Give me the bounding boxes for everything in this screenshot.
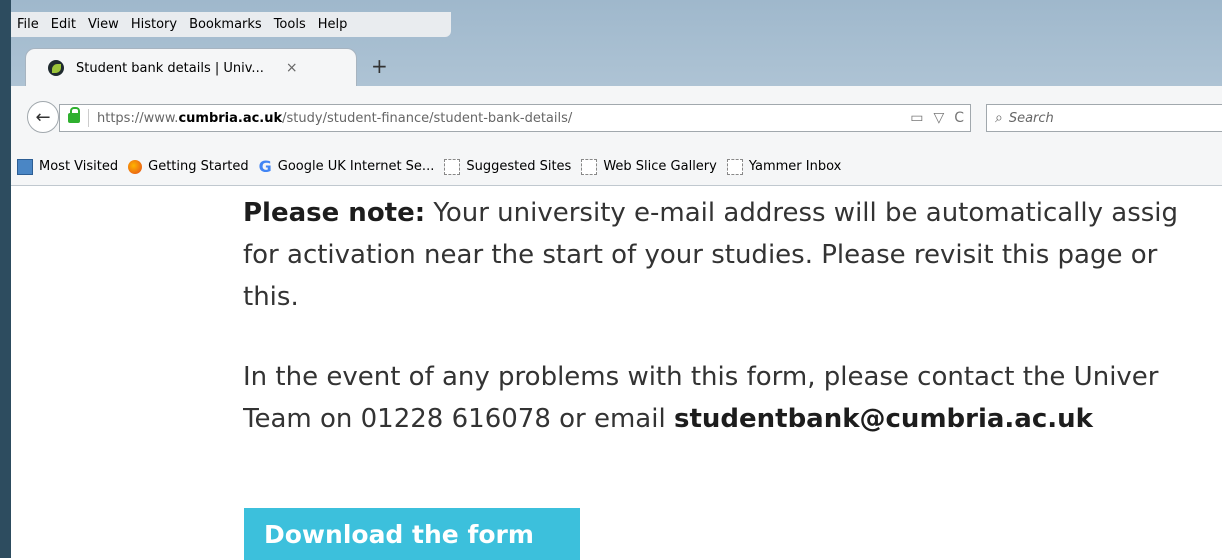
tab-bar: Student bank details | Univ... × + — [11, 46, 1222, 87]
menu-view[interactable]: View — [88, 17, 119, 32]
url-divider — [88, 109, 89, 127]
note-line-2: for activation near the start of your st… — [243, 240, 1158, 270]
menu-tools[interactable]: Tools — [274, 17, 306, 32]
menu-file[interactable]: File — [17, 17, 39, 32]
bookmark-most-visited[interactable]: Most Visited — [17, 158, 118, 175]
bookmark-yammer-inbox[interactable]: Yammer Inbox — [726, 158, 841, 175]
bookmark-placeholder-icon — [444, 158, 461, 175]
site-favicon-icon — [48, 60, 64, 76]
tab-title: Student bank details | Univ... — [76, 60, 264, 76]
note-label: Please note: — [243, 198, 426, 228]
search-box[interactable]: ⌕ Search — [986, 104, 1222, 132]
google-icon: G — [258, 157, 272, 176]
bookmark-getting-started[interactable]: Getting Started — [128, 159, 249, 174]
contact-email[interactable]: studentbank@cumbria.ac.uk — [674, 404, 1093, 434]
navigation-bar: ← https://www.cumbria.ac.uk/study/studen… — [11, 86, 1222, 148]
bookmark-placeholder-icon — [581, 158, 598, 175]
menu-bookmarks[interactable]: Bookmarks — [189, 17, 262, 32]
note-line-3: this. — [243, 282, 299, 312]
new-tab-button[interactable]: + — [371, 54, 388, 78]
menu-help[interactable]: Help — [318, 17, 348, 32]
lock-icon — [68, 107, 80, 123]
note-paragraph: Please note: Your university e-mail addr… — [243, 192, 1222, 318]
bookmark-placeholder-icon — [726, 158, 743, 175]
problem-line-1: In the event of any problems with this f… — [243, 362, 1159, 392]
search-icon: ⌕ — [995, 110, 1003, 126]
problem-line-2: Team on 01228 616078 or email — [243, 404, 674, 434]
reload-button[interactable]: C — [954, 110, 964, 126]
most-visited-icon — [17, 158, 33, 175]
back-button[interactable]: ← — [27, 101, 59, 133]
page-content: Please note: Your university e-mail addr… — [11, 186, 1222, 560]
url-bar[interactable]: https://www.cumbria.ac.uk/study/student-… — [59, 104, 971, 132]
window-edge — [0, 0, 11, 558]
bookmark-google-uk[interactable]: G Google UK Internet Se... — [259, 157, 435, 176]
bookmark-suggested-sites[interactable]: Suggested Sites — [444, 158, 571, 175]
firefox-icon — [128, 159, 143, 174]
problem-paragraph: In the event of any problems with this f… — [243, 356, 1222, 440]
menu-bar: File Edit View History Bookmarks Tools H… — [11, 12, 451, 37]
bookmark-web-slice-gallery[interactable]: Web Slice Gallery — [581, 158, 717, 175]
menu-history[interactable]: History — [131, 17, 177, 32]
menu-edit[interactable]: Edit — [51, 17, 76, 32]
close-tab-icon[interactable]: × — [286, 60, 298, 76]
search-placeholder: Search — [1008, 110, 1054, 126]
note-line-1: Your university e-mail address will be a… — [425, 198, 1179, 228]
bookmarks-toolbar: Most Visited Getting Started G Google UK … — [11, 148, 1222, 186]
reader-view-icon[interactable]: ▭ — [910, 110, 923, 126]
dropdown-icon[interactable]: ▽ — [933, 110, 944, 126]
url-actions: ▭ ▽ C — [910, 110, 964, 126]
download-form-button[interactable]: Download the form — [244, 508, 580, 560]
url-text[interactable]: https://www.cumbria.ac.uk/study/student-… — [97, 111, 572, 126]
tab-student-bank-details[interactable]: Student bank details | Univ... × — [25, 48, 357, 87]
